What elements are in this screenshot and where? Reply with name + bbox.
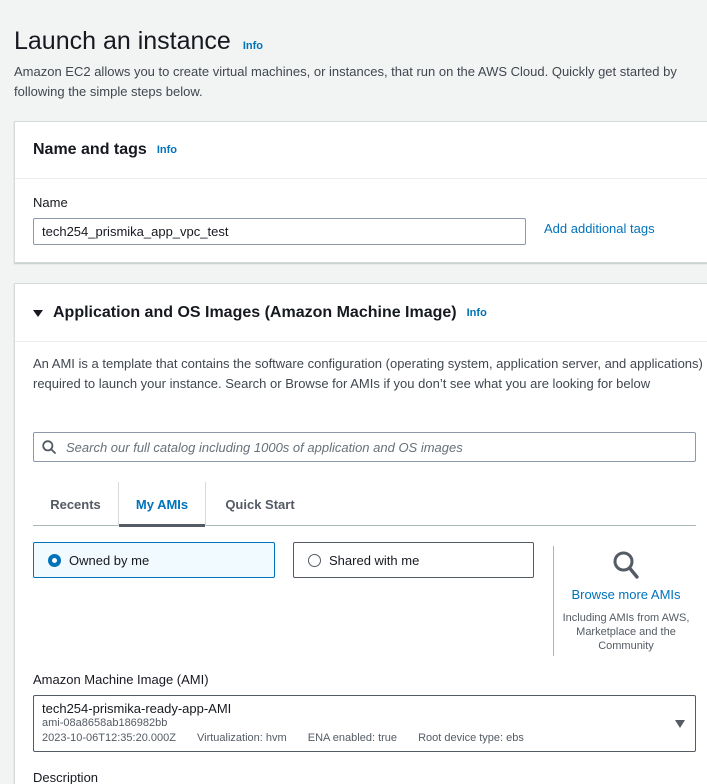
page-info-link[interactable]: Info — [243, 40, 263, 52]
shared-with-me-option[interactable]: Shared with me — [293, 542, 534, 578]
ami-description-label: Description — [33, 770, 99, 784]
ami-creation-date: 2023-10-06T12:35:20.000Z — [42, 732, 176, 744]
page-title: Launch an instance — [14, 27, 231, 55]
owned-by-me-option[interactable]: Owned by me — [33, 542, 275, 578]
shared-with-me-radio[interactable] — [308, 553, 321, 567]
add-additional-tags-link[interactable]: Add additional tags — [544, 221, 655, 236]
ami-selected-name: tech254-prismika-ready-app-AMI — [42, 701, 232, 716]
owned-by-me-radio[interactable] — [48, 553, 61, 567]
ami-selected-meta: 2023-10-06T12:35:20.000Z Virtualization:… — [42, 731, 687, 746]
search-icon[interactable] — [612, 550, 640, 580]
ami-select-label: Amazon Machine Image (AMI) — [33, 672, 209, 687]
browse-more-amis[interactable]: Browse more AMIs Including AMIs from AWS… — [553, 546, 698, 656]
collapse-caret-icon[interactable] — [33, 310, 43, 317]
name-field-label: Name — [33, 195, 68, 210]
ami-root-device-type: Root device type: ebs — [418, 732, 524, 744]
tab-my-amis[interactable]: My AMIs — [118, 482, 206, 527]
browse-more-amis-link[interactable]: Browse more AMIs — [554, 587, 698, 602]
dropdown-caret-icon[interactable] — [675, 720, 685, 728]
ami-virtualization: Virtualization: hvm — [197, 732, 287, 744]
ami-panel-header[interactable]: Application and OS Images (Amazon Machin… — [15, 284, 707, 342]
shared-with-me-label: Shared with me — [329, 552, 420, 568]
ami-tabs: Recents My AMIs Quick Start — [33, 482, 696, 527]
name-and-tags-panel: Name and tags Info Name tech254_prismika… — [14, 121, 707, 263]
ami-select[interactable]: tech254-prismika-ready-app-AMI ami-08a86… — [33, 695, 696, 752]
ami-selected-id: ami-08a8658ab186982bb — [42, 717, 168, 729]
ami-description: An AMI is a template that contains the s… — [33, 356, 703, 391]
browse-more-amis-subtext: Including AMIs from AWS, Marketplace and… — [562, 612, 690, 652]
tab-quick-start[interactable]: Quick Start — [206, 482, 314, 526]
name-and-tags-title: Name and tags — [33, 141, 147, 158]
ami-panel-title: Application and OS Images (Amazon Machin… — [53, 303, 457, 321]
name-and-tags-info-link[interactable]: Info — [157, 144, 177, 156]
name-and-tags-header: Name and tags Info — [15, 122, 707, 179]
page-title-row: Launch an instance Info — [14, 27, 263, 56]
page-description: Amazon EC2 allows you to create virtual … — [14, 64, 677, 99]
ami-search-input[interactable] — [64, 438, 695, 456]
ami-info-link[interactable]: Info — [467, 307, 487, 319]
search-icon — [42, 440, 56, 454]
launch-instance-page: Launch an instance Info Amazon EC2 allow… — [0, 0, 707, 784]
name-input[interactable]: tech254_prismika_app_vpc_test — [33, 218, 526, 245]
ami-panel: Application and OS Images (Amazon Machin… — [14, 283, 707, 784]
ami-ena-enabled: ENA enabled: true — [307, 732, 398, 744]
ami-search-box[interactable] — [33, 432, 696, 462]
owned-by-me-label: Owned by me — [69, 552, 150, 568]
tab-recents[interactable]: Recents — [33, 482, 118, 526]
